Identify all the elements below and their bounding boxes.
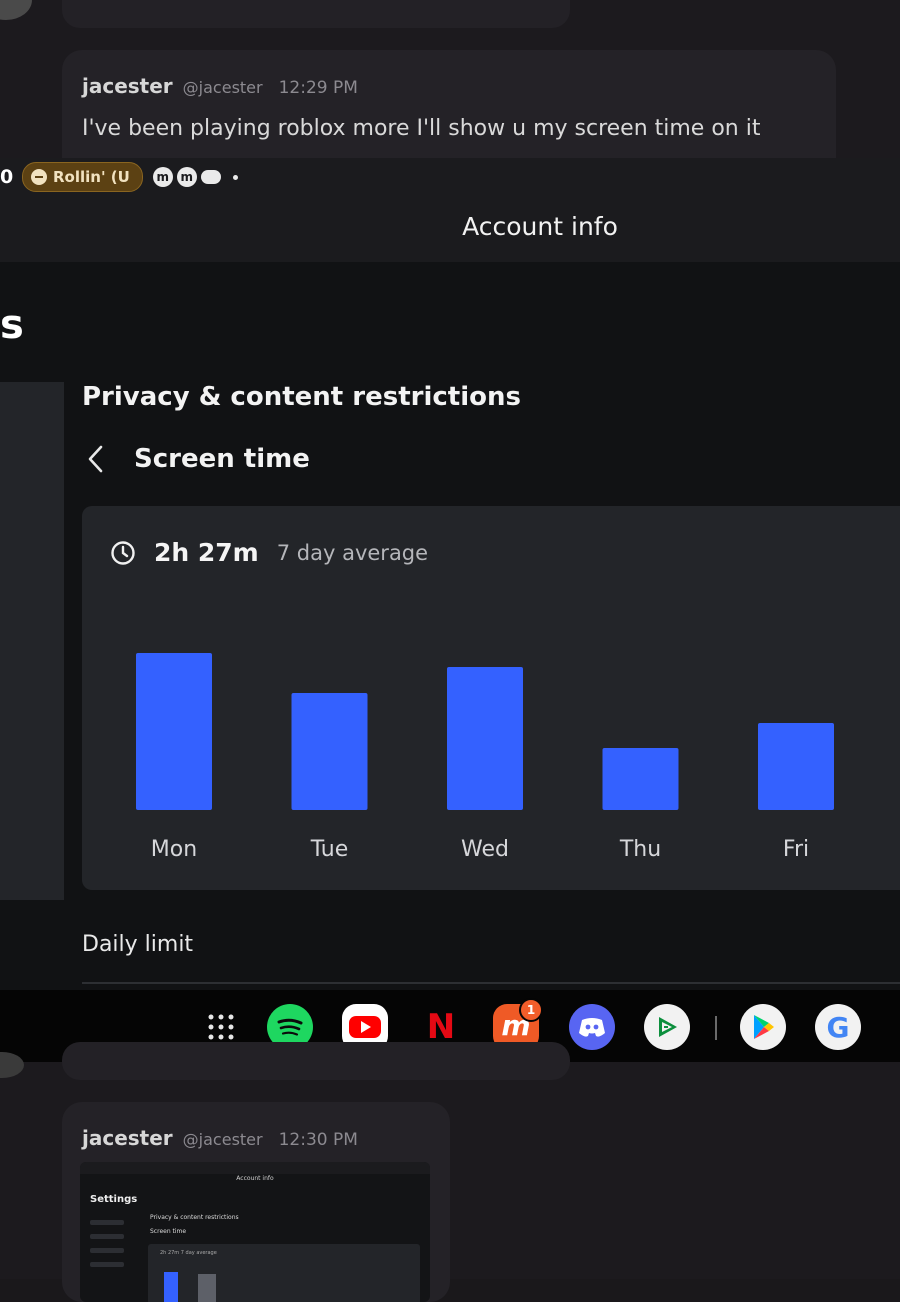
- screen-time-card: 2h 27m 7 day average Mon Tue Wed Thu Fri: [82, 506, 900, 890]
- thumb-settings-heading: Settings: [90, 1194, 138, 1205]
- section-title: Privacy & content restrictions: [82, 382, 521, 412]
- message-text: I've been playing roblox more I'll show …: [82, 116, 761, 141]
- cloud-icon: [200, 170, 221, 184]
- chart-bar-wed[interactable]: [447, 667, 523, 810]
- spotify-small-icon: [31, 169, 47, 185]
- chart-tick-label: Fri: [783, 837, 809, 862]
- dot-icon: [232, 174, 238, 180]
- chart-bar-tue[interactable]: [291, 693, 368, 810]
- media-pill[interactable]: Rollin' (U: [22, 162, 143, 192]
- message-time: 12:30 PM: [278, 1130, 358, 1150]
- settings-sidebar[interactable]: [0, 382, 64, 900]
- screenshot-attachment[interactable]: Account info Settings Privacy & content …: [80, 1162, 430, 1302]
- status-bar: 0 Rollin' (U m m: [0, 158, 900, 196]
- chart-tick-label: Wed: [461, 837, 509, 862]
- average-label: 7 day average: [276, 540, 429, 565]
- average-value: 2h 27m: [154, 538, 259, 567]
- message-username[interactable]: jacester: [82, 74, 173, 98]
- thumb-average: 2h 27m 7 day average: [160, 1250, 217, 1256]
- screen-time-chart: Mon Tue Wed Thu Fri: [136, 653, 834, 862]
- thumb-bar: [198, 1274, 216, 1302]
- chat-bottom-area: jacester @jacester 12:30 PM Account info…: [0, 1042, 900, 1302]
- page-title: Account info: [462, 212, 618, 241]
- chart-tick-label: Thu: [619, 837, 661, 862]
- divider: [82, 982, 900, 984]
- chart-bar-mon[interactable]: [136, 653, 212, 810]
- previous-message-bubble: [62, 0, 570, 28]
- message-handle: @jacester: [182, 1130, 263, 1149]
- netflix-glyph: N: [426, 1007, 456, 1047]
- avatar[interactable]: [0, 0, 32, 20]
- settings-heading-partial: s: [0, 302, 24, 348]
- message-time: 12:29 PM: [278, 78, 358, 98]
- message-header: jacester @jacester 12:30 PM: [82, 1126, 358, 1150]
- previous-message-bubble: [62, 1042, 570, 1080]
- taskbar-separator: [715, 1016, 717, 1040]
- chat-top-area: jacester @jacester 12:29 PM I've been pl…: [0, 0, 900, 180]
- message-handle: @jacester: [182, 78, 263, 97]
- chart-tick-label: Tue: [310, 837, 349, 862]
- chart-bar-thu[interactable]: [602, 748, 679, 810]
- m-icon: m: [176, 167, 197, 187]
- app-body: s Privacy & content restrictions Screen …: [0, 262, 900, 990]
- average-row: 2h 27m 7 day average: [110, 538, 428, 567]
- media-pill-label: Rollin' (U: [53, 168, 130, 186]
- notification-badge: 1: [519, 998, 543, 1022]
- thumb-screen-title: Screen time: [150, 1228, 187, 1235]
- m-icon: m: [152, 167, 173, 187]
- thumb-sidebar: [88, 1214, 138, 1302]
- message-username[interactable]: jacester: [82, 1126, 173, 1150]
- thumb-bar: [164, 1272, 178, 1302]
- app-header: Account info: [0, 196, 900, 262]
- daily-limit-label[interactable]: Daily limit: [82, 932, 193, 957]
- play-games-icon[interactable]: [644, 1004, 690, 1050]
- message-header: jacester @jacester 12:29 PM: [82, 74, 358, 98]
- thumb-section-title: Privacy & content restrictions: [150, 1214, 239, 1221]
- chart-tick-label: Mon: [151, 837, 197, 862]
- thumb-title: Account info: [236, 1175, 274, 1182]
- thumb-status-bar: [80, 1162, 430, 1174]
- status-icons: m m: [152, 167, 238, 187]
- play-store-icon[interactable]: [740, 1004, 786, 1050]
- screen-time-title: Screen time: [134, 444, 310, 474]
- chat-message: jacester @jacester 12:30 PM Account info…: [62, 1102, 450, 1302]
- back-row[interactable]: Screen time: [82, 442, 310, 476]
- chart-bar-fri[interactable]: [758, 723, 834, 810]
- google-icon[interactable]: G: [815, 1004, 861, 1050]
- chevron-left-icon[interactable]: [82, 442, 108, 476]
- discord-icon[interactable]: [569, 1004, 615, 1050]
- clock-icon: [111, 540, 135, 565]
- google-glyph: G: [826, 1010, 850, 1044]
- status-number: 0: [0, 166, 14, 188]
